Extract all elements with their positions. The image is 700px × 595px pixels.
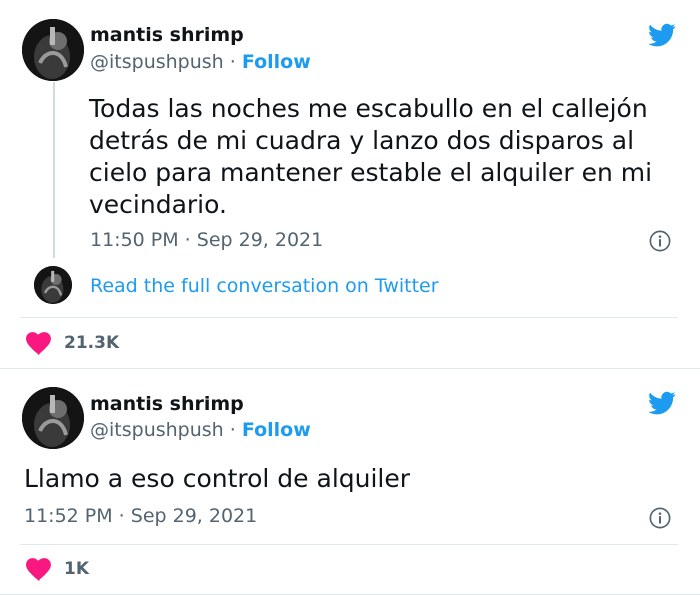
divider: [20, 317, 678, 318]
tweet-text: Llamo a eso control de alquiler: [24, 464, 411, 493]
heart-icon[interactable]: [26, 332, 52, 356]
tweet-card: mantis shrimp @itspushpush · Follow Toda…: [0, 0, 700, 369]
author-handle[interactable]: @itspushpush: [90, 51, 224, 73]
handle-row: @itspushpush · Follow: [90, 51, 311, 73]
divider: [20, 544, 678, 545]
avatar[interactable]: [34, 266, 72, 304]
tweet-timestamp[interactable]: 11:52 PM · Sep 29, 2021: [24, 505, 257, 527]
avatar[interactable]: [22, 387, 84, 449]
author-name[interactable]: mantis shrimp: [90, 393, 244, 415]
twitter-bird-icon[interactable]: [645, 21, 679, 49]
twitter-bird-icon[interactable]: [645, 389, 679, 417]
heart-icon[interactable]: [26, 558, 52, 582]
author-handle[interactable]: @itspushpush: [90, 419, 224, 441]
like-count: 21.3K: [64, 333, 120, 353]
like-count: 1K: [64, 559, 90, 579]
handle-row: @itspushpush · Follow: [90, 419, 311, 441]
author-name[interactable]: mantis shrimp: [90, 24, 244, 46]
tweet-card: mantis shrimp @itspushpush · Follow Llam…: [0, 368, 700, 595]
info-icon[interactable]: [649, 230, 671, 252]
separator-dot: ·: [229, 51, 236, 73]
avatar[interactable]: [22, 19, 84, 81]
read-conversation-link[interactable]: Read the full conversation on Twitter: [90, 275, 439, 297]
follow-link[interactable]: Follow: [242, 419, 311, 441]
tweet-text: Todas las noches me escabullo en el call…: [89, 94, 653, 219]
tweet-timestamp[interactable]: 11:50 PM · Sep 29, 2021: [90, 229, 323, 251]
separator-dot: ·: [229, 419, 236, 441]
thread-line: [53, 82, 55, 258]
follow-link[interactable]: Follow: [242, 51, 311, 73]
info-icon[interactable]: [649, 507, 671, 529]
